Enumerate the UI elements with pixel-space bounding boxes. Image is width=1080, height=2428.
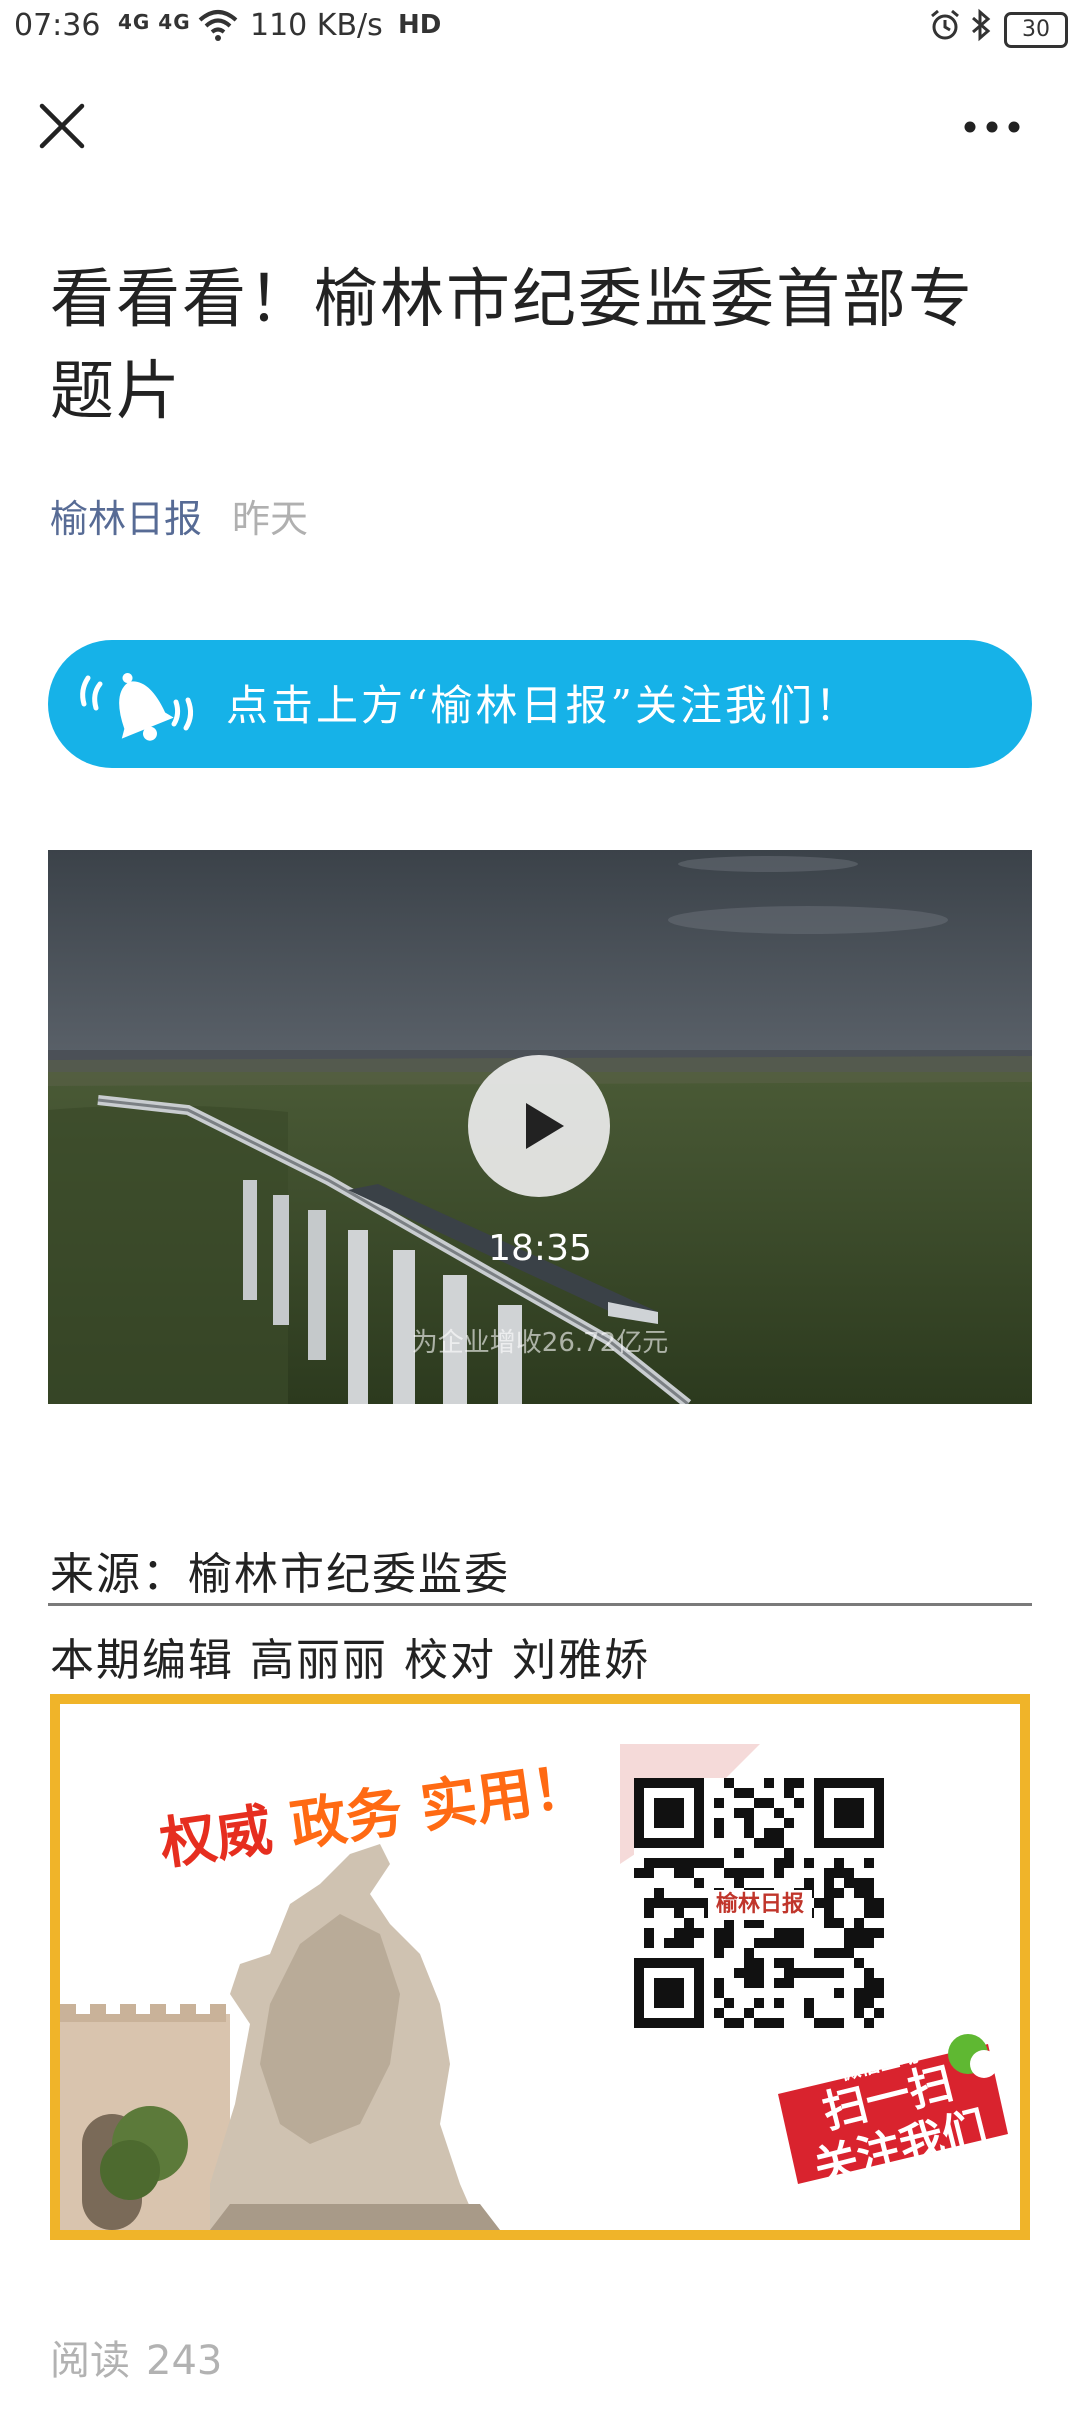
read-count-label: 阅读 [50, 2338, 130, 2384]
status-bar: 07:36 4G 4G 110 KB/s HD 30 [0, 0, 1080, 64]
slogan-word-2: 政务 [286, 1779, 407, 1860]
source-line: 来源：榆林市纪委监委 [50, 1549, 510, 1600]
play-icon [526, 1103, 564, 1149]
slogan-word-1: 权威 [156, 1797, 277, 1878]
account-name-link[interactable]: 榆林日报 [50, 497, 202, 541]
video-player[interactable]: 18:35 为企业增收26.72亿元 [48, 850, 1032, 1404]
play-button[interactable] [468, 1055, 610, 1197]
close-icon [39, 103, 85, 149]
close-button[interactable] [36, 100, 88, 152]
publish-date: 昨天 [232, 497, 309, 541]
promo-image[interactable]: 权威 政务 实用！ 榆林日报 微信互动 扫一扫 关注我们 [50, 1694, 1030, 2240]
signal-icon: 4G 4G [118, 10, 191, 34]
battery-icon: 30 [1004, 12, 1068, 48]
article-title: 看看看！榆林市纪委监委首部专题片 [50, 263, 974, 429]
wifi-icon [198, 8, 238, 50]
divider [48, 1603, 1032, 1606]
qr-logo-label: 榆林日报 [708, 1890, 812, 1920]
network-speed: 110 KB/s [250, 8, 383, 43]
hd-icon: HD [398, 10, 442, 40]
video-subtitle: 为企业增收26.72亿元 [411, 1328, 669, 1358]
bell-icon [80, 673, 194, 741]
video-duration: 18:35 [488, 1228, 592, 1269]
follow-banner-text: 点击上方“榆林日报”关注我们！ [226, 681, 860, 730]
follow-banner[interactable]: 点击上方“榆林日报”关注我们！ [48, 640, 1032, 768]
article-meta: 榆林日报 昨天 [50, 488, 308, 543]
alarm-icon [928, 8, 962, 50]
read-count-value: 243 [146, 2338, 223, 2384]
editor-line: 本期编辑 高丽丽 校对 刘雅娇 [50, 1635, 650, 1686]
more-button[interactable] [962, 112, 1022, 142]
more-icon [964, 121, 1020, 133]
bluetooth-icon [968, 8, 994, 50]
status-time: 07:36 [14, 8, 101, 43]
read-count: 阅读 243 [50, 2328, 222, 2386]
